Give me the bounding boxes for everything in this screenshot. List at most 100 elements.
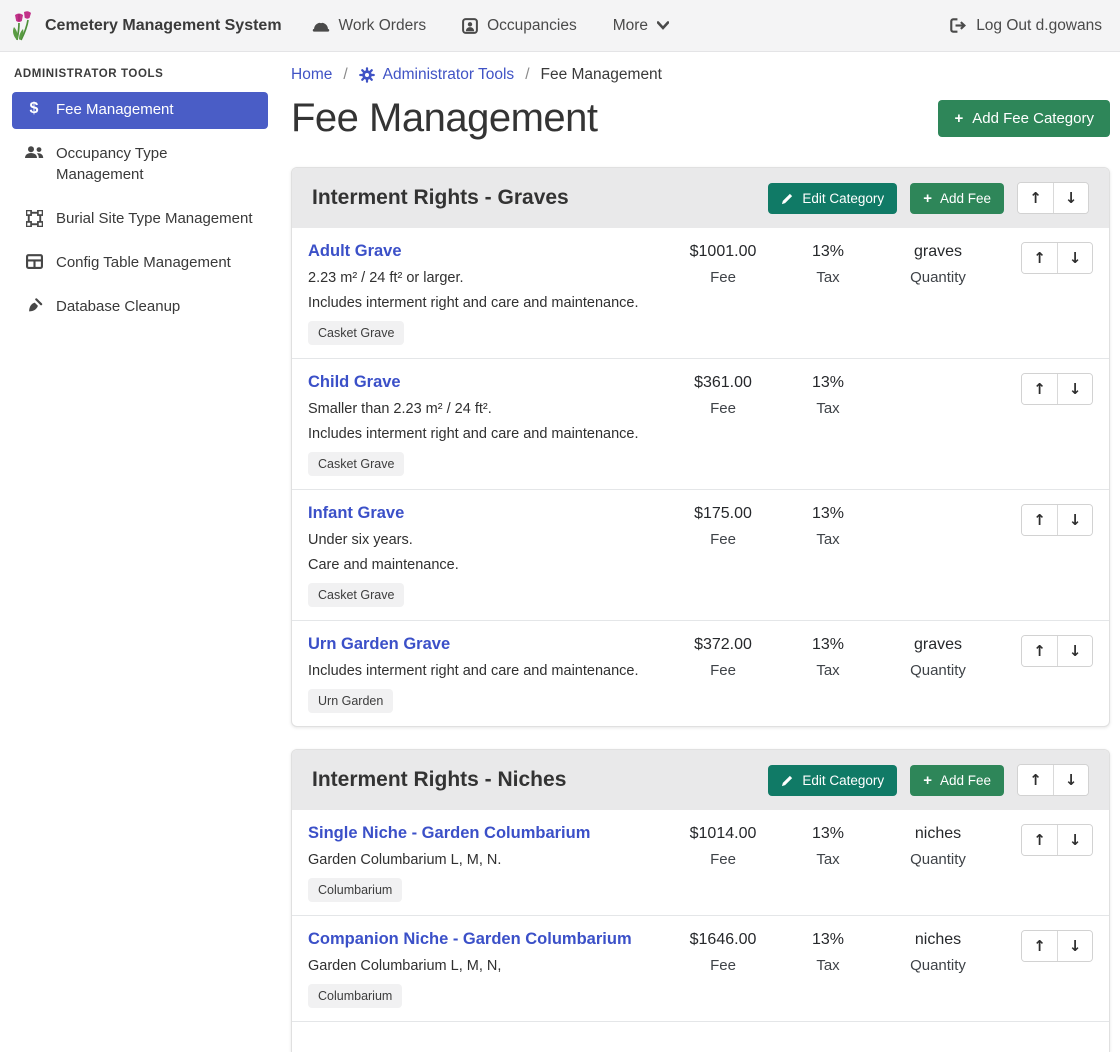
sidebar-item-config-table[interactable]: Config Table Management <box>12 245 268 282</box>
fee-descriptions: 2.23 m² / 24 ft² or larger.Includes inte… <box>308 270 668 311</box>
fee-type-badge: Columbarium <box>308 878 402 902</box>
breadcrumb-home-link[interactable]: Home <box>291 66 332 84</box>
broom-icon <box>24 298 44 314</box>
sidebar-item-label: Fee Management <box>56 100 174 120</box>
fee-amount-label: Fee <box>668 400 778 417</box>
breadcrumb: Home / Administrator Tool <box>291 66 1110 84</box>
fee-reorder-group: ↑ ↓ <box>1021 635 1093 667</box>
arrow-up-icon: ↑ <box>1033 513 1046 528</box>
fee-tax-value: 13% <box>778 825 878 843</box>
category-reorder-group: ↑ ↓ <box>1017 182 1089 214</box>
move-fee-up-button[interactable]: ↑ <box>1022 505 1057 535</box>
app-brand[interactable]: Cemetery Management System <box>10 11 282 41</box>
fee-quantity-label: Quantity <box>878 851 998 868</box>
fee-amount-value: $1646.00 <box>668 931 778 949</box>
sidebar-item-label: Burial Site Type Management <box>56 209 253 229</box>
breadcrumb-separator: / <box>525 66 529 84</box>
main-content: Home / Administrator Tool <box>280 52 1120 1052</box>
edit-category-button[interactable]: Edit Category <box>768 765 897 796</box>
fee-tax-label: Tax <box>778 851 878 868</box>
fee-amount-label: Fee <box>668 662 778 679</box>
fee-description: 2.23 m² / 24 ft² or larger. <box>308 270 668 286</box>
fee-quantity-cell: graves Quantity <box>878 635 998 679</box>
move-fee-up-button[interactable]: ↑ <box>1022 825 1057 855</box>
move-fee-down-button[interactable]: ↓ <box>1057 825 1092 855</box>
fee-name-link[interactable]: Urn Garden Grave <box>308 635 450 654</box>
fee-quantity-cell: graves Quantity <box>878 242 998 286</box>
arrow-up-icon: ↑ <box>1033 939 1046 954</box>
nav-work-orders[interactable]: Work Orders <box>312 17 427 35</box>
top-navbar: Cemetery Management System Work Orders <box>0 0 1120 52</box>
plus-icon: + <box>923 773 932 788</box>
fee-name-link[interactable]: Companion Niche - Garden Columbarium <box>308 930 632 949</box>
fee-quantity-value: niches <box>878 825 998 843</box>
categories: Interment Rights - Graves Edit Category … <box>291 167 1110 1052</box>
fee-amount-label: Fee <box>668 269 778 286</box>
fee-row: Companion Niche - Garden Columbarium Gar… <box>292 916 1109 1022</box>
fee-tax-cell: 13% Tax <box>778 373 878 417</box>
move-fee-down-button[interactable]: ↓ <box>1057 636 1092 666</box>
fee-main: Infant Grave Under six years.Care and ma… <box>308 504 668 607</box>
move-fee-down-button[interactable]: ↓ <box>1057 243 1092 273</box>
fee-quantity-label: Quantity <box>878 957 998 974</box>
category-title: Interment Rights - Niches <box>312 768 768 792</box>
move-category-down-button[interactable]: ↓ <box>1053 765 1088 795</box>
move-fee-down-button[interactable]: ↓ <box>1057 505 1092 535</box>
fee-amount-value: $1014.00 <box>668 825 778 843</box>
fee-tax-cell: 13% Tax <box>778 824 878 868</box>
nav-more[interactable]: More <box>613 17 669 35</box>
arrow-down-icon: ↓ <box>1069 939 1082 954</box>
fee-amount-cell: $175.00 Fee <box>668 504 778 548</box>
dollar-icon: $ <box>24 101 44 117</box>
fee-amount-label: Fee <box>668 851 778 868</box>
nav-label: More <box>613 17 648 35</box>
logout-button[interactable]: Log Out d.gowans <box>950 17 1102 35</box>
sidebar-item-fee-management[interactable]: $ Fee Management <box>12 92 268 129</box>
move-fee-up-button[interactable]: ↑ <box>1022 931 1057 961</box>
move-fee-up-button[interactable]: ↑ <box>1022 636 1057 666</box>
move-category-up-button[interactable]: ↑ <box>1018 765 1053 795</box>
category-header: Interment Rights - Niches Edit Category … <box>292 750 1109 810</box>
category-title: Interment Rights - Graves <box>312 186 768 210</box>
fee-reorder-group: ↑ ↓ <box>1021 824 1093 856</box>
move-fee-down-button[interactable]: ↓ <box>1057 931 1092 961</box>
add-fee-button[interactable]: + Add Fee <box>910 183 1004 214</box>
arrow-down-icon: ↓ <box>1069 513 1082 528</box>
sidebar-item-burial-site-type[interactable]: Burial Site Type Management <box>12 201 268 238</box>
add-fee-label: Add Fee <box>940 773 991 788</box>
fee-quantity-value: graves <box>878 636 998 654</box>
sidebar-item-occupancy-type[interactable]: Occupancy Type Management <box>12 136 268 194</box>
fee-amount-cell: $361.00 Fee <box>668 373 778 417</box>
move-fee-down-button[interactable]: ↓ <box>1057 374 1092 404</box>
sidebar-item-label: Config Table Management <box>56 253 231 273</box>
sidebar-item-database-cleanup[interactable]: Database Cleanup <box>12 289 268 326</box>
vector-square-icon <box>24 210 44 227</box>
move-category-down-button[interactable]: ↓ <box>1053 183 1088 213</box>
fee-description: Garden Columbarium L, M, N, <box>308 958 668 974</box>
fee-descriptions: Garden Columbarium L, M, N, <box>308 958 668 974</box>
fee-amount-label: Fee <box>668 531 778 548</box>
fee-name-link[interactable]: Infant Grave <box>308 504 404 523</box>
fee-main: Urn Garden Grave Includes interment righ… <box>308 635 668 713</box>
move-category-up-button[interactable]: ↑ <box>1018 183 1053 213</box>
move-fee-up-button[interactable]: ↑ <box>1022 374 1057 404</box>
pencil-icon <box>781 192 794 205</box>
breadcrumb-admin-tools-link[interactable]: Administrator Tools <box>359 66 515 84</box>
nav-occupancies[interactable]: Occupancies <box>462 17 577 35</box>
fee-name-link[interactable]: Single Niche - Garden Columbarium <box>308 824 590 843</box>
users-icon <box>24 145 44 159</box>
fee-name-link[interactable]: Child Grave <box>308 373 401 392</box>
fee-descriptions: Garden Columbarium L, M, N. <box>308 852 668 868</box>
move-fee-up-button[interactable]: ↑ <box>1022 243 1057 273</box>
edit-category-button[interactable]: Edit Category <box>768 183 897 214</box>
add-fee-button[interactable]: + Add Fee <box>910 765 1004 796</box>
fee-amount-value: $372.00 <box>668 636 778 654</box>
sidebar-item-label: Occupancy Type Management <box>56 144 256 185</box>
fee-type-badge: Casket Grave <box>308 583 404 607</box>
fee-quantity-cell <box>878 504 998 513</box>
add-fee-category-button[interactable]: + Add Fee Category <box>938 100 1110 137</box>
arrow-down-icon: ↓ <box>1069 833 1082 848</box>
fee-name-link[interactable]: Adult Grave <box>308 242 402 261</box>
category-header: Interment Rights - Graves Edit Category … <box>292 168 1109 228</box>
nav-label: Occupancies <box>487 17 577 35</box>
